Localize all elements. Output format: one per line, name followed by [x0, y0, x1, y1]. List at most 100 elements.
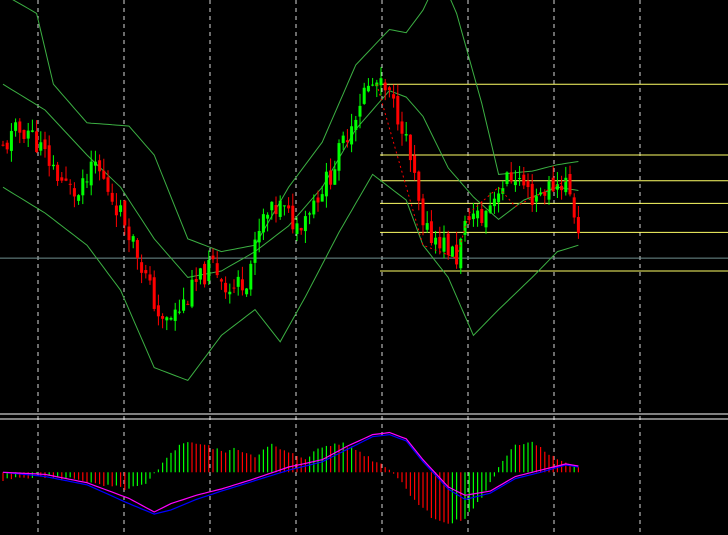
candle-body-69	[291, 205, 295, 230]
candle-body-122	[513, 181, 517, 186]
candle-body-118	[497, 193, 501, 203]
candle-body-108	[455, 244, 459, 265]
candle-body-20	[85, 181, 89, 183]
candle-body-88	[371, 84, 375, 86]
candle-body-71	[299, 227, 303, 231]
candle-body-49	[207, 260, 211, 282]
chart-svg	[0, 0, 728, 535]
candle-body-114	[480, 209, 484, 223]
candle-body-93	[392, 94, 396, 99]
candle-body-92	[387, 87, 391, 91]
candle-body-94	[396, 96, 400, 125]
candle-body-8	[35, 131, 39, 153]
candle-body-112	[471, 213, 475, 220]
candle-body-10	[43, 139, 47, 150]
candle-body-26	[110, 192, 114, 202]
candle-body-87	[366, 85, 370, 92]
candle-body-116	[488, 205, 492, 213]
candle-body-3	[14, 122, 18, 131]
candle-body-99	[417, 171, 421, 201]
candle-body-43	[182, 299, 186, 311]
panel-separator	[0, 413, 728, 420]
indicator-panel	[2, 431, 580, 524]
candle-body-48	[203, 263, 207, 285]
candle-body-119	[501, 188, 505, 194]
candle-body-131	[551, 177, 555, 192]
candle-body-58	[245, 288, 249, 295]
candle-body-37	[156, 305, 160, 317]
candle-body-24	[102, 170, 106, 179]
candle-body-132	[555, 184, 559, 190]
candle-body-52	[219, 279, 223, 282]
candle-body-33	[140, 262, 144, 273]
candle-body-30	[127, 226, 131, 241]
candle-body-102	[429, 221, 433, 244]
candle-body-19	[81, 178, 85, 196]
candle-body-57	[240, 279, 244, 291]
candle-body-39	[165, 317, 169, 321]
candle-body-66	[278, 200, 282, 217]
candle-body-110	[463, 220, 467, 235]
candle-body-136	[572, 197, 576, 218]
price-panel	[0, 0, 728, 382]
candle-body-79	[333, 169, 337, 185]
candle-body-115	[484, 210, 488, 228]
candle-body-21	[89, 161, 93, 186]
candle-body-123	[518, 178, 522, 180]
candle-body-80	[337, 143, 341, 171]
candle-body-34	[144, 270, 148, 274]
candle-body-125	[526, 180, 530, 188]
candle-body-117	[492, 198, 496, 207]
candle-body-22	[93, 161, 97, 166]
candle-body-18	[77, 195, 81, 201]
candle-body-96	[404, 134, 408, 136]
candle-body-121	[509, 172, 513, 182]
candle-body-68	[287, 205, 291, 209]
trading-chart	[0, 0, 728, 535]
candle-body-98	[413, 155, 417, 173]
candle-body-7	[30, 130, 34, 132]
candle-body-75	[316, 197, 320, 203]
candle-body-45	[190, 279, 194, 307]
candle-body-13	[56, 164, 60, 182]
candle-body-23	[98, 160, 102, 172]
candle-body-16	[68, 183, 72, 185]
candle-body-46	[194, 279, 198, 282]
candle-body-127	[534, 196, 538, 202]
candle-body-106	[446, 233, 450, 255]
candle-body-124	[522, 174, 526, 186]
candle-body-0	[1, 144, 5, 146]
candle-body-105	[442, 237, 446, 252]
candle-body-4	[18, 121, 22, 133]
candle-body-25	[106, 177, 110, 192]
candle-body-67	[282, 205, 286, 207]
candle-body-126	[530, 183, 534, 205]
candle-body-72	[303, 216, 307, 232]
candle-body-28	[119, 205, 123, 212]
candle-body-137	[576, 217, 580, 234]
candle-body-41	[173, 309, 177, 321]
candle-body-81	[341, 135, 345, 144]
candle-body-31	[131, 236, 135, 242]
macd-signal-line	[2, 433, 579, 515]
candle-body-95	[400, 121, 404, 134]
candle-body-90	[379, 78, 383, 86]
candle-body-133	[560, 185, 564, 191]
candle-body-78	[329, 170, 333, 185]
candle-body-50	[211, 255, 215, 260]
candle-body-85	[358, 105, 362, 117]
candle-body-82	[345, 140, 349, 143]
candle-body-100	[421, 198, 425, 226]
candle-body-104	[438, 236, 442, 249]
candle-body-83	[350, 126, 354, 145]
candle-body-64	[270, 201, 274, 211]
candle-body-36	[152, 277, 156, 309]
candle-body-73	[308, 213, 312, 215]
candle-body-56	[236, 276, 240, 287]
candle-body-101	[425, 223, 429, 230]
candle-body-55	[232, 287, 236, 289]
candle-body-62	[261, 214, 265, 233]
candle-body-65	[274, 205, 278, 215]
candle-body-103	[434, 237, 438, 245]
candle-body-15	[64, 178, 68, 181]
